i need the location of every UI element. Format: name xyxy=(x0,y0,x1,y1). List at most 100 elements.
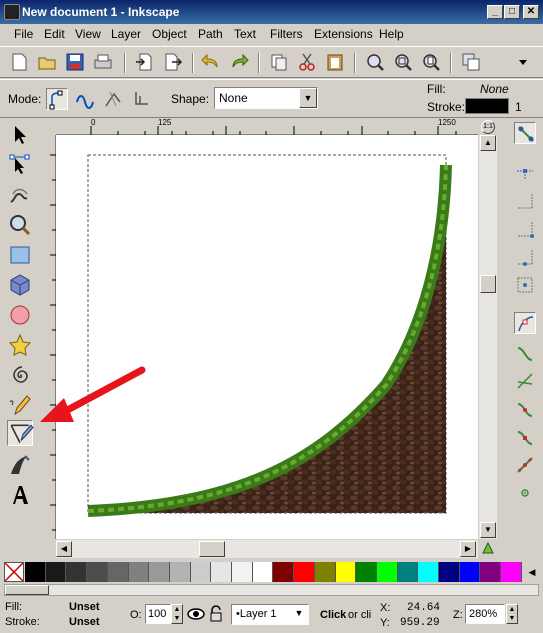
scroll-right-icon[interactable]: ▶ xyxy=(460,541,476,557)
menu-filters[interactable]: Filters xyxy=(270,27,303,41)
calligraphy-icon[interactable] xyxy=(7,452,33,478)
drawing-canvas[interactable] xyxy=(56,135,478,539)
vertical-scrollbar[interactable]: ▲ ▼ xyxy=(479,135,497,539)
zoom-drawing-icon[interactable] xyxy=(392,51,414,73)
color-swatch[interactable] xyxy=(356,562,377,582)
snap-bbox-center-icon[interactable] xyxy=(514,274,536,296)
color-swatch[interactable] xyxy=(376,562,398,582)
color-swatch[interactable] xyxy=(397,562,419,582)
snap-bbox-icon[interactable] xyxy=(514,160,536,182)
no-paint-swatch[interactable] xyxy=(4,562,24,582)
zoom-page-icon[interactable] xyxy=(420,51,442,73)
mode-bezier-icon[interactable] xyxy=(46,88,68,110)
text-icon[interactable] xyxy=(7,482,33,508)
color-swatch[interactable] xyxy=(169,562,191,582)
color-swatch[interactable] xyxy=(25,562,46,582)
stroke-color-swatch[interactable] xyxy=(465,98,509,114)
snap-midpoints-icon[interactable] xyxy=(514,426,536,448)
lock-icon[interactable] xyxy=(208,605,224,623)
scroll-up-icon[interactable]: ▲ xyxy=(480,135,496,151)
rectangle-icon[interactable] xyxy=(7,242,33,268)
status-fill-value[interactable]: Unset xyxy=(69,601,100,613)
color-swatch[interactable] xyxy=(149,562,170,582)
scroll-down-icon[interactable]: ▼ xyxy=(480,522,496,538)
mode-paraxial-icon[interactable] xyxy=(130,88,152,110)
redo-icon[interactable] xyxy=(228,51,250,73)
print-icon[interactable] xyxy=(92,51,114,73)
status-stroke-value[interactable]: Unset xyxy=(69,616,100,628)
color-swatch[interactable] xyxy=(66,562,88,582)
node-editor-icon[interactable] xyxy=(7,152,33,178)
undo-icon[interactable] xyxy=(200,51,222,73)
mode-spiro-icon[interactable] xyxy=(74,88,96,110)
scroll-left-icon[interactable]: ◀ xyxy=(56,541,72,557)
zoom-spinner[interactable]: ▲ ▼ xyxy=(506,604,518,624)
ellipse-icon[interactable] xyxy=(7,302,33,328)
zoom-selection-icon[interactable] xyxy=(364,51,386,73)
palette-scroll-icon[interactable]: ◀ xyxy=(524,562,540,582)
menu-extensions[interactable]: Extensions xyxy=(314,27,373,41)
menu-file[interactable]: File xyxy=(14,27,33,41)
zoom-1-1-icon[interactable]: 1:1 xyxy=(481,120,495,134)
menu-view[interactable]: View xyxy=(75,27,101,41)
color-swatch[interactable] xyxy=(335,562,357,582)
paste-icon[interactable] xyxy=(324,51,346,73)
visibility-eye-icon[interactable] xyxy=(187,605,205,623)
copy-icon[interactable] xyxy=(268,51,290,73)
color-swatch[interactable] xyxy=(480,562,502,582)
menu-edit[interactable]: Edit xyxy=(44,27,65,41)
snap-nodes-icon[interactable] xyxy=(514,312,536,334)
shape-dropdown[interactable]: None ▼ xyxy=(214,87,318,109)
snap-intersections-icon[interactable] xyxy=(514,370,536,392)
horizontal-scrollbar[interactable]: ◀ ▶ xyxy=(56,540,478,558)
palette-scroll-thumb[interactable] xyxy=(5,585,49,595)
color-swatch[interactable] xyxy=(439,562,460,582)
color-swatch[interactable] xyxy=(211,562,233,582)
snap-paths-icon[interactable] xyxy=(514,342,536,364)
layer-chevron-down-icon[interactable]: ▼ xyxy=(290,605,308,624)
pen-bezier-icon[interactable] xyxy=(7,420,34,446)
snap-bbox-midpoint-icon[interactable] xyxy=(514,246,536,268)
open-icon[interactable] xyxy=(36,51,58,73)
mode-zigzag-icon[interactable] xyxy=(102,88,124,110)
3d-box-icon[interactable] xyxy=(7,272,33,298)
minimize-button[interactable]: _ xyxy=(487,5,503,19)
color-swatch[interactable] xyxy=(128,562,150,582)
save-icon[interactable] xyxy=(64,51,86,73)
color-swatch[interactable] xyxy=(252,562,274,582)
color-swatch[interactable] xyxy=(107,562,129,582)
import-icon[interactable] xyxy=(134,51,156,73)
duplicate-icon[interactable] xyxy=(460,51,482,73)
color-swatch[interactable] xyxy=(294,562,315,582)
spiral-icon[interactable] xyxy=(7,362,33,388)
color-swatch[interactable] xyxy=(232,562,253,582)
zoom-field[interactable]: 280% xyxy=(465,604,505,624)
menu-text[interactable]: Text xyxy=(234,27,256,41)
menu-path[interactable]: Path xyxy=(198,27,223,41)
tweak-icon[interactable] xyxy=(7,182,33,208)
cut-icon[interactable] xyxy=(296,51,318,73)
snap-object-center-icon[interactable] xyxy=(514,454,536,476)
vertical-scroll-thumb[interactable] xyxy=(480,275,496,293)
palette-scrollbar[interactable] xyxy=(4,584,539,596)
menu-object[interactable]: Object xyxy=(152,27,187,41)
layer-dropdown[interactable]: •Layer 1 ▼ xyxy=(231,604,309,625)
color-swatch[interactable] xyxy=(459,562,481,582)
pencil-icon[interactable] xyxy=(7,392,33,418)
selector-icon[interactable] xyxy=(7,122,33,148)
opacity-field[interactable]: 100 xyxy=(145,604,171,624)
color-swatch[interactable] xyxy=(87,562,108,582)
new-icon[interactable] xyxy=(8,51,30,73)
color-swatch[interactable] xyxy=(314,562,336,582)
snap-rotation-center-icon[interactable] xyxy=(514,482,536,504)
fill-indicator-value[interactable]: None xyxy=(480,82,509,96)
color-manage-icon[interactable] xyxy=(481,541,495,555)
color-swatch[interactable] xyxy=(190,562,212,582)
color-swatch[interactable] xyxy=(45,562,67,582)
menu-layer[interactable]: Layer xyxy=(111,27,141,41)
color-swatch[interactable] xyxy=(273,562,295,582)
color-swatch[interactable] xyxy=(418,562,440,582)
horizontal-scroll-thumb[interactable] xyxy=(199,541,225,557)
star-icon[interactable] xyxy=(7,332,33,358)
coffee-beans-shape[interactable] xyxy=(88,165,446,513)
